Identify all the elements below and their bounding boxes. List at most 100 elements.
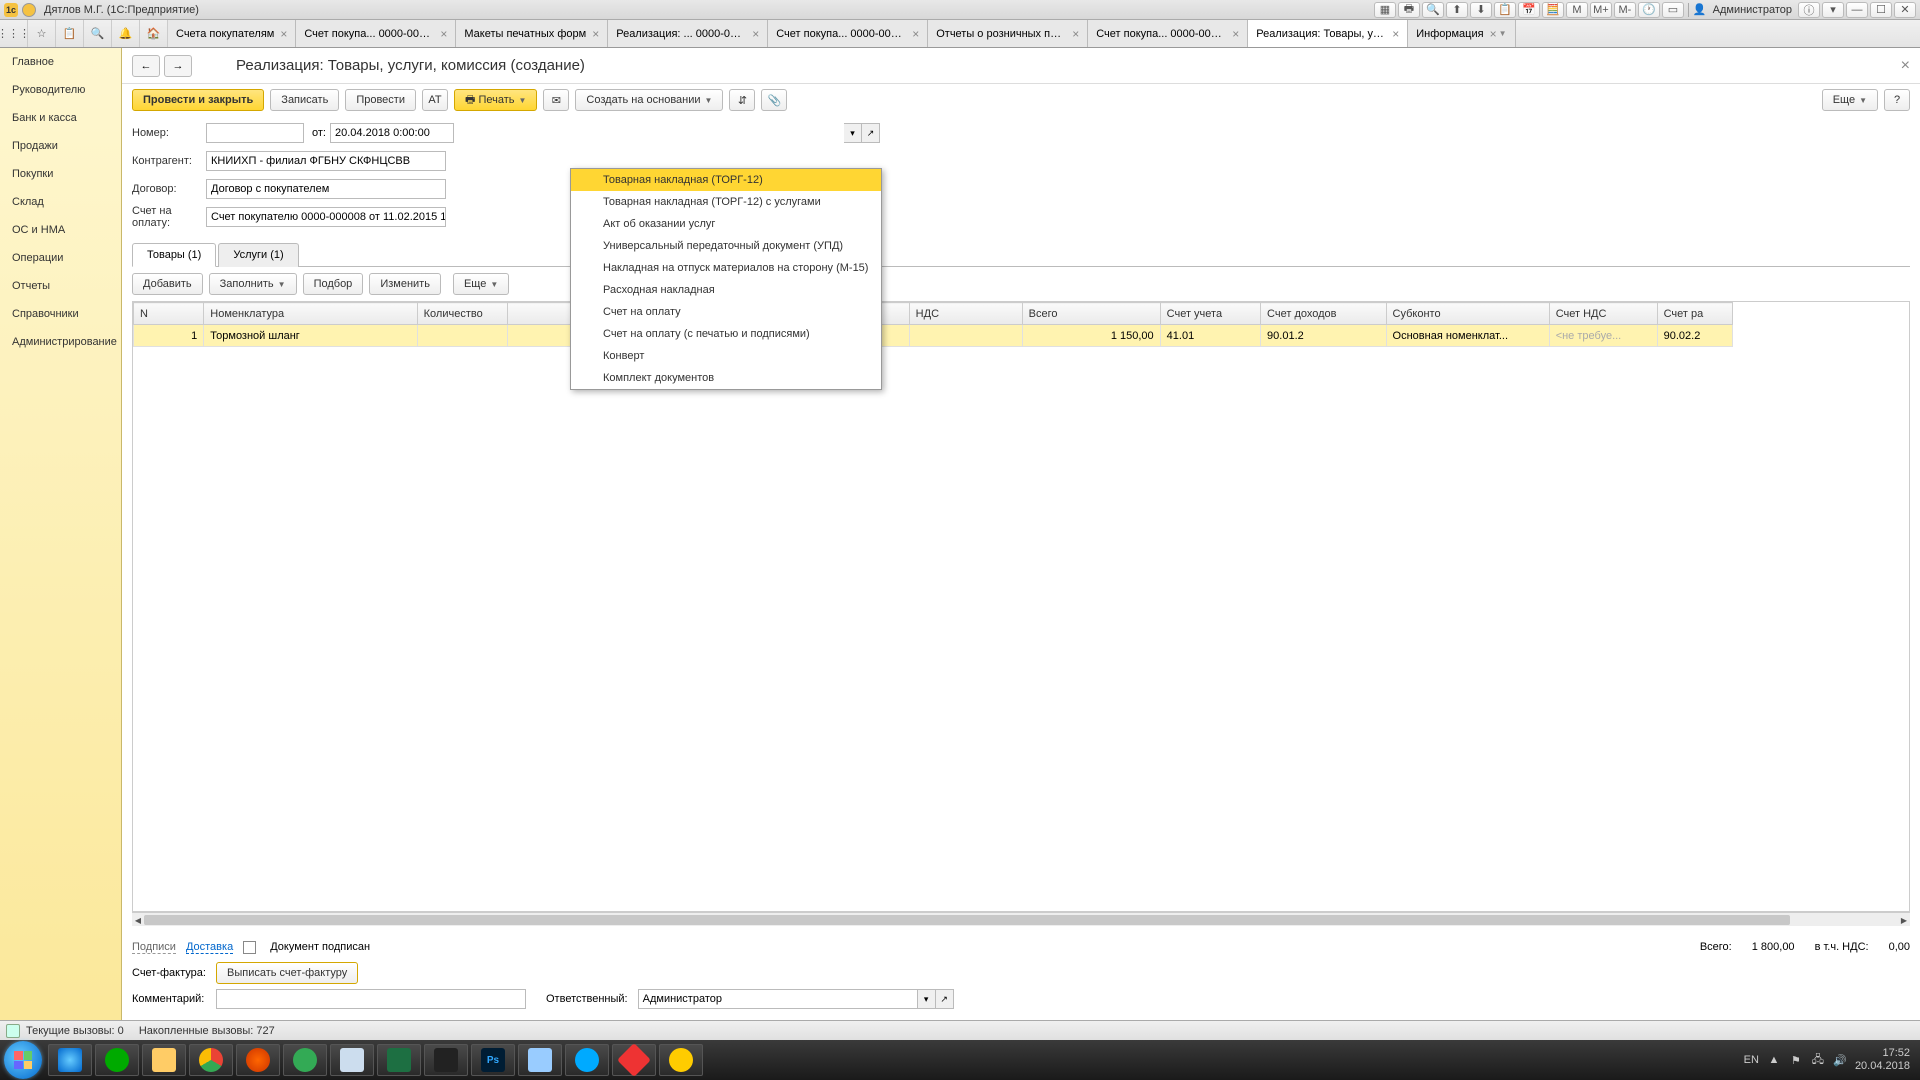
tab-close-icon[interactable]: × [592,27,599,41]
sidebar-item-catalogs[interactable]: Справочники [0,300,121,328]
resp-open-icon[interactable]: ↗ [936,989,954,1009]
mminus-btn[interactable]: M- [1614,2,1636,18]
tab-close-icon[interactable]: × [912,27,919,41]
sidebar-item-admin[interactable]: Администрирование [0,328,121,356]
calc-icon[interactable]: 🧮 [1542,2,1564,18]
sidebar-item-sales[interactable]: Продажи [0,132,121,160]
info-icon[interactable]: ⓘ [1798,2,1820,18]
number-input[interactable] [206,123,304,143]
sidebar-item-warehouse[interactable]: Склад [0,188,121,216]
task-teamviewer[interactable] [565,1044,609,1076]
tab-close-icon[interactable]: × [1392,27,1399,41]
task-ps[interactable]: Ps [471,1044,515,1076]
task-skype[interactable] [95,1044,139,1076]
tab-0[interactable]: Счета покупателям× [168,20,296,47]
col-inc[interactable]: Счет доходов [1261,303,1387,325]
content-close-icon[interactable]: × [1901,57,1910,75]
tb-icon-4[interactable]: ⬆ [1446,2,1468,18]
tab-3[interactable]: Реализация: ... 0000-000027× [608,20,768,47]
dropdown-icon[interactable]: ▾ [1822,2,1844,18]
col-sub[interactable]: Субконто [1386,303,1549,325]
sidebar-item-reports[interactable]: Отчеты [0,272,121,300]
tb-icon-7[interactable]: 🕐 [1638,2,1660,18]
tray-lang[interactable]: EN [1744,1054,1759,1066]
print-menu-item[interactable]: Товарная накладная (ТОРГ-12) с услугами [571,191,881,213]
print-menu-item[interactable]: Счет на оплату [571,301,881,323]
bell-icon[interactable]: 🔔 [112,20,140,47]
sidebar-item-bank[interactable]: Банк и касса [0,104,121,132]
edit-button[interactable]: Изменить [369,273,441,295]
col-total[interactable]: Всего [1022,303,1160,325]
post-button[interactable]: Провести [345,89,416,111]
table-more-button[interactable]: Еще▼ [453,273,509,295]
more-button[interactable]: Еще▼ [1822,89,1878,111]
start-button[interactable] [4,1041,42,1079]
nav-back-button[interactable]: ← [132,55,160,77]
sidebar-item-ops[interactable]: Операции [0,244,121,272]
signed-checkbox[interactable] [243,941,256,954]
sidebar-item-purchases[interactable]: Покупки [0,160,121,188]
table-row[interactable]: 1 Тормозной шланг 1 150,00 41.01 90.01.2… [134,325,1733,347]
print-menu-item[interactable]: Универсальный передаточный документ (УПД… [571,235,881,257]
print-button[interactable]: 🖶 Печать▼ [454,89,537,111]
col-ndsacc[interactable]: Счет НДС [1549,303,1657,325]
field-dropdown-icon[interactable]: ▾ [844,123,862,143]
close-icon[interactable]: ✕ [1894,2,1916,18]
tray-flag-icon[interactable]: ⚑ [1789,1053,1803,1067]
scroll-thumb[interactable] [144,915,1790,925]
tb-icon-8[interactable]: ▭ [1662,2,1684,18]
tb-icon-1[interactable]: ▦ [1374,2,1396,18]
task-firefox[interactable] [236,1044,280,1076]
tab-2[interactable]: Макеты печатных форм× [456,20,608,47]
settings-icon[interactable]: АТ [422,89,448,111]
apps-icon[interactable]: ⋮⋮⋮ [0,20,28,47]
print-menu-item[interactable]: Товарная накладная (ТОРГ-12) [571,169,881,191]
tb-icon-3[interactable]: 🔍 [1422,2,1444,18]
scroll-right-icon[interactable]: ▶ [1898,913,1910,927]
calendar-icon[interactable]: 📅 [1518,2,1540,18]
tab-8[interactable]: Информация×▼ [1408,20,1515,47]
sign-link[interactable]: Подписи [132,941,176,954]
sidebar-item-os[interactable]: ОС и НМА [0,216,121,244]
task-app2[interactable] [612,1044,656,1076]
fill-button[interactable]: Заполнить▼ [209,273,297,295]
tb-icon-5[interactable]: ⬇ [1470,2,1492,18]
subtab-services[interactable]: Услуги (1) [218,243,298,267]
invoice-input[interactable]: Счет покупателю 0000-000008 от 11.02.201… [206,207,446,227]
print-menu-item[interactable]: Расходная накладная [571,279,881,301]
search-icon[interactable]: 🔍 [84,20,112,47]
task-app1[interactable] [518,1044,562,1076]
tab-close-icon[interactable]: × [1232,27,1239,41]
print-menu-item[interactable]: Акт об оказании услуг [571,213,881,235]
minimize-icon[interactable]: — [1846,2,1868,18]
print-menu-item[interactable]: Конверт [571,345,881,367]
add-button[interactable]: Добавить [132,273,203,295]
tb-icon-6[interactable]: 📋 [1494,2,1516,18]
sidebar-item-manager[interactable]: Руководителю [0,76,121,104]
subtab-goods[interactable]: Товары (1) [132,243,216,267]
home-icon[interactable]: 🏠 [140,20,168,47]
save-button[interactable]: Записать [270,89,339,111]
task-chrome[interactable] [189,1044,233,1076]
sf-button[interactable]: Выписать счет-фактуру [216,962,358,984]
print-menu-item[interactable]: Счет на оплату (с печатью и подписями) [571,323,881,345]
star-icon[interactable]: ☆ [28,20,56,47]
col-nds[interactable]: НДС [909,303,1022,325]
col-nom[interactable]: Номенклатура [204,303,417,325]
tray-clock[interactable]: 17:5220.04.2018 [1855,1047,1910,1073]
create-based-button[interactable]: Создать на основании▼ [575,89,723,111]
col-exp[interactable]: Счет ра [1657,303,1732,325]
tb-icon-2[interactable]: 🖶 [1398,2,1420,18]
email-icon[interactable]: ✉ [543,89,569,111]
tab-4[interactable]: Счет покупа... 0000-000002× [768,20,928,47]
pick-button[interactable]: Подбор [303,273,364,295]
relations-icon[interactable]: ⇵ [729,89,755,111]
post-close-button[interactable]: Провести и закрыть [132,89,264,111]
col-n[interactable]: N [134,303,204,325]
sidebar-item-main[interactable]: Главное [0,48,121,76]
task-ie[interactable] [48,1044,92,1076]
help-button[interactable]: ? [1884,89,1910,111]
delivery-link[interactable]: Доставка [186,941,233,954]
maximize-icon[interactable]: ☐ [1870,2,1892,18]
tab-close-icon[interactable]: × [440,27,447,41]
